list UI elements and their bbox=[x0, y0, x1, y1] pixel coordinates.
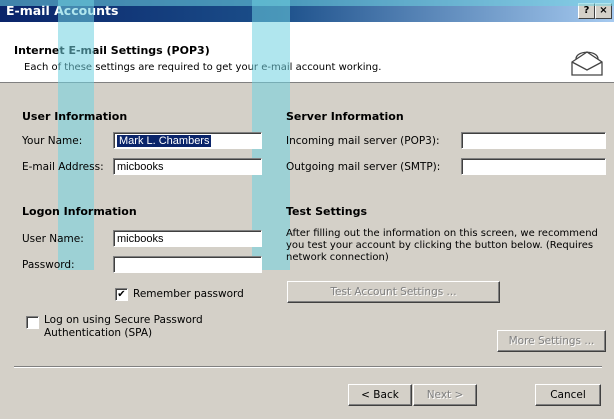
next-button[interactable]: Next > bbox=[413, 384, 477, 406]
test-settings-heading: Test Settings bbox=[286, 205, 368, 218]
outgoing-server-label: Outgoing mail server (SMTP): bbox=[286, 161, 441, 173]
spa-label-line1[interactable]: Log on using Secure Password bbox=[44, 314, 203, 326]
email-envelope-icon bbox=[571, 51, 603, 76]
back-button[interactable]: < Back bbox=[348, 384, 412, 406]
server-information-heading: Server Information bbox=[286, 110, 404, 123]
incoming-server-field[interactable] bbox=[461, 132, 606, 149]
cancel-button[interactable]: Cancel bbox=[535, 384, 601, 406]
header-title: Internet E-mail Settings (POP3) bbox=[14, 44, 210, 57]
email-address-field[interactable]: micbooks bbox=[113, 158, 262, 175]
logon-information-heading: Logon Information bbox=[22, 205, 137, 218]
spa-checkbox[interactable] bbox=[26, 316, 39, 329]
user-information-heading: User Information bbox=[22, 110, 128, 123]
email-address-label: E-mail Address: bbox=[22, 161, 104, 173]
your-name-label: Your Name: bbox=[22, 135, 83, 147]
user-name-field[interactable]: micbooks bbox=[113, 230, 262, 247]
user-name-label: User Name: bbox=[22, 233, 84, 245]
more-settings-button[interactable]: More Settings ... bbox=[497, 330, 606, 352]
incoming-server-label: Incoming mail server (POP3): bbox=[286, 135, 440, 147]
password-field[interactable] bbox=[113, 256, 262, 273]
your-name-value: Mark L. Chambers bbox=[117, 135, 212, 147]
password-label: Password: bbox=[22, 259, 75, 271]
spa-label-line2[interactable]: Authentication (SPA) bbox=[44, 327, 152, 339]
test-account-settings-button[interactable]: Test Account Settings ... bbox=[287, 281, 500, 303]
your-name-field[interactable]: Mark L. Chambers bbox=[113, 132, 262, 149]
outgoing-server-field[interactable] bbox=[461, 158, 606, 175]
test-settings-description: After filling out the information on thi… bbox=[286, 228, 598, 263]
footer-separator bbox=[14, 366, 602, 368]
remember-password-label[interactable]: Remember password bbox=[133, 288, 244, 300]
email-accounts-dialog: E-mail Accounts ? × Internet E-mail Sett… bbox=[0, 0, 614, 419]
remember-password-checkbox[interactable]: ✔ bbox=[115, 288, 128, 301]
